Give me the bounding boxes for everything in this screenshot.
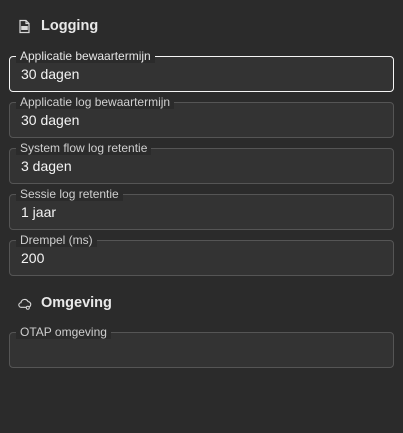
application-retention-label: Applicatie bewaartermijn: [16, 49, 155, 63]
session-log-retention-value[interactable]: 1 jaar: [21, 204, 56, 220]
environment-section-title: Omgeving: [41, 295, 112, 311]
logging-section-title: Logging: [41, 18, 99, 34]
system-flow-log-retention-field[interactable]: System flow log retentie 3 dagen: [9, 141, 394, 184]
cloud-settings-icon: [17, 296, 32, 311]
otap-environment-label: OTAP omgeving: [16, 325, 111, 339]
otap-environment-field[interactable]: OTAP omgeving: [9, 325, 394, 368]
threshold-ms-label: Drempel (ms): [16, 233, 97, 247]
application-log-retention-value[interactable]: 30 dagen: [21, 112, 79, 128]
system-flow-log-retention-label: System flow log retentie: [16, 141, 152, 155]
system-flow-log-retention-value[interactable]: 3 dagen: [21, 158, 72, 174]
application-log-retention-field[interactable]: Applicatie log bewaartermijn 30 dagen: [9, 95, 394, 138]
log-file-icon: [17, 19, 32, 34]
application-retention-field[interactable]: Applicatie bewaartermijn 30 dagen: [9, 49, 394, 92]
threshold-ms-value[interactable]: 200: [21, 250, 44, 266]
environment-section-header: Omgeving: [17, 295, 112, 311]
logging-section-header: Logging: [17, 18, 98, 34]
session-log-retention-field[interactable]: Sessie log retentie 1 jaar: [9, 187, 394, 230]
application-log-retention-label: Applicatie log bewaartermijn: [16, 95, 175, 109]
application-retention-value[interactable]: 30 dagen: [21, 66, 79, 82]
session-log-retention-label: Sessie log retentie: [16, 187, 123, 201]
threshold-ms-field[interactable]: Drempel (ms) 200: [9, 233, 394, 276]
